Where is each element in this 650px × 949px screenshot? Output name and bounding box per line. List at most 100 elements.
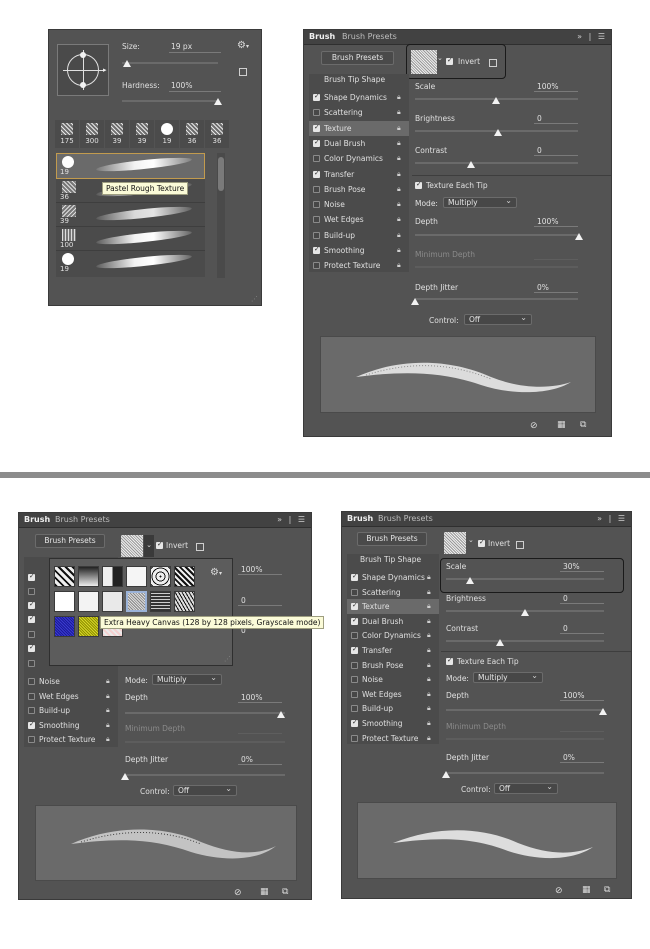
tab-brush-presets[interactable]: Brush Presets xyxy=(378,514,433,523)
sidebar-checkbox[interactable] xyxy=(313,169,320,178)
lock-icon[interactable]: 🔒︎ xyxy=(427,734,435,742)
texture-thumbnail[interactable] xyxy=(102,591,123,612)
sidebar-checkbox[interactable] xyxy=(351,705,358,713)
lock-icon[interactable]: 🔒︎ xyxy=(427,690,435,698)
brush-presets-button[interactable]: Brush Presets xyxy=(35,534,105,548)
brightness-slider-knob[interactable] xyxy=(494,129,502,136)
texture-swatch[interactable] xyxy=(444,532,466,554)
control-select[interactable]: Off xyxy=(464,313,532,325)
sidebar-checkbox[interactable] xyxy=(313,231,320,239)
sidebar-item-build-up[interactable]: Build-up 🔒︎ xyxy=(347,701,439,716)
lock-icon[interactable]: 🔒︎ xyxy=(427,588,435,596)
lock-icon[interactable]: 🔒︎ xyxy=(427,719,435,727)
lock-icon[interactable]: 🔒︎ xyxy=(397,231,405,239)
sidebar-item-wet-edges[interactable]: Wet Edges 🔒︎ xyxy=(347,687,439,702)
control-select[interactable]: Off xyxy=(494,782,558,794)
lock-icon[interactable]: 🔒︎ xyxy=(397,139,405,147)
sidebar-checkbox[interactable] xyxy=(351,734,358,742)
depth-value[interactable]: 100% xyxy=(537,217,558,226)
mode-select[interactable]: Multiply xyxy=(443,196,517,208)
invert-checkbox[interactable] xyxy=(156,540,163,549)
lock-icon[interactable]: 🔒︎ xyxy=(106,677,114,685)
sidebar-checkbox[interactable] xyxy=(313,123,320,132)
new-brush-icon[interactable]: ⧉ xyxy=(604,885,610,895)
contrast-value[interactable]: 0 xyxy=(563,624,568,633)
lock-icon[interactable]: 🔒︎ xyxy=(397,246,405,254)
sidebar-item-noise[interactable]: Noise 🔒︎ xyxy=(24,674,118,688)
depth-jitter-value[interactable]: 0% xyxy=(563,753,575,762)
sidebar-checkbox[interactable] xyxy=(351,690,358,698)
sidebar-checkbox[interactable] xyxy=(313,216,320,224)
lock-icon[interactable]: 🔒︎ xyxy=(427,617,435,625)
scale-slider-knob[interactable] xyxy=(466,577,474,584)
eye-icon[interactable]: ⊘ xyxy=(234,888,242,898)
texture-thumbnail[interactable] xyxy=(54,616,75,637)
brush-presets-button[interactable]: Brush Presets xyxy=(321,51,394,65)
gear-icon[interactable]: ⚙▾ xyxy=(210,567,222,578)
lock-icon[interactable]: 🔒︎ xyxy=(397,124,405,132)
tab-brush-presets[interactable]: Brush Presets xyxy=(342,32,397,41)
depth-slider[interactable] xyxy=(125,712,285,714)
recent-brush[interactable]: 300 xyxy=(80,120,104,148)
sidebar-checkbox[interactable] xyxy=(28,707,35,715)
lock-icon[interactable]: 🔒︎ xyxy=(397,215,405,223)
brightness-value[interactable]: 0 xyxy=(241,596,246,605)
tab-brush[interactable]: Brush xyxy=(347,514,373,523)
scale-slider-knob[interactable] xyxy=(492,97,500,104)
sidebar-checkbox[interactable] xyxy=(313,92,320,101)
new-brush-icon[interactable]: ⧉ xyxy=(282,887,288,897)
contrast-value[interactable]: 0 xyxy=(537,146,542,155)
invert-checkbox[interactable] xyxy=(446,56,453,65)
eye-icon[interactable]: ⊘ xyxy=(530,421,538,431)
depth-slider-knob[interactable] xyxy=(277,711,285,718)
sidebar-item-texture[interactable]: Texture 🔒︎ xyxy=(309,120,409,136)
depth-slider-knob[interactable] xyxy=(575,233,583,240)
panel-menu-icon[interactable]: » | ☰ xyxy=(577,32,607,41)
lock-icon[interactable]: 🔒︎ xyxy=(397,154,405,162)
sidebar-item-transfer[interactable]: Transfer 🔒︎ xyxy=(347,643,439,658)
tab-brush[interactable]: Brush xyxy=(24,515,50,524)
texture-thumbnail[interactable] xyxy=(150,591,171,612)
sidebar-item-dual-brush[interactable]: Dual Brush 🔒︎ xyxy=(309,136,409,151)
sidebar-checkbox[interactable] xyxy=(313,262,320,270)
sidebar-item-build-up[interactable]: Build-up 🔒︎ xyxy=(24,703,118,717)
sidebar-item-texture[interactable]: Texture 🔒︎ xyxy=(347,599,439,614)
mode-select[interactable]: Multiply xyxy=(473,671,543,683)
lock-icon[interactable]: 🔒︎ xyxy=(106,706,114,714)
lock-icon[interactable]: 🔒︎ xyxy=(397,170,405,178)
sidebar-item-scattering[interactable]: Scattering 🔒︎ xyxy=(309,105,409,120)
texture-dropdown-icon[interactable]: ⌄ xyxy=(468,536,474,544)
sidebar-checkbox[interactable] xyxy=(28,692,35,700)
sidebar-checkbox[interactable] xyxy=(351,718,358,727)
size-slider-knob[interactable] xyxy=(122,60,131,67)
recent-brush[interactable]: 36 xyxy=(205,120,229,148)
sidebar-item-smoothing[interactable]: Smoothing 🔒︎ xyxy=(24,718,118,732)
sidebar-checkbox[interactable] xyxy=(28,736,35,744)
brightness-value[interactable]: 0 xyxy=(563,594,568,603)
sidebar-item-color-dynamics[interactable]: Color Dynamics 🔒︎ xyxy=(347,628,439,643)
texture-thumbnail[interactable] xyxy=(78,616,99,637)
depth-slider[interactable] xyxy=(415,234,578,236)
texture-dropdown-icon[interactable]: ⌄ xyxy=(437,54,443,62)
depth-jitter-slider-knob[interactable] xyxy=(121,773,129,780)
panel-menu-icon[interactable]: » | ☰ xyxy=(277,515,307,524)
recent-brush[interactable]: 39 xyxy=(105,120,129,148)
contrast-slider[interactable] xyxy=(415,162,578,164)
sidebar-item-transfer[interactable]: Transfer 🔒︎ xyxy=(309,167,409,182)
invert-checkbox[interactable] xyxy=(478,538,485,547)
brightness-slider-knob[interactable] xyxy=(521,609,529,616)
sidebar-item-protect-texture[interactable]: Protect Texture 🔒︎ xyxy=(309,258,409,273)
sidebar-item-dual-brush[interactable]: Dual Brush 🔒︎ xyxy=(347,614,439,629)
lock-icon[interactable]: 🔒︎ xyxy=(397,261,405,269)
hardness-slider-knob[interactable] xyxy=(214,98,222,105)
contrast-slider-knob[interactable] xyxy=(467,161,475,168)
new-texture-icon[interactable] xyxy=(516,541,524,549)
sidebar-item-shape-dynamics[interactable]: Shape Dynamics🔒︎ xyxy=(347,570,439,585)
new-brush-icon[interactable]: ⧉ xyxy=(580,420,586,430)
sidebar-checkbox[interactable] xyxy=(351,616,358,625)
sidebar-header[interactable]: Brush Tip Shape xyxy=(324,75,385,84)
lock-icon[interactable]: 🔒︎ xyxy=(106,735,114,743)
texture-thumbnail[interactable] xyxy=(78,566,99,587)
sidebar-checkbox[interactable] xyxy=(313,155,320,163)
size-value[interactable]: 19 px xyxy=(171,42,192,51)
